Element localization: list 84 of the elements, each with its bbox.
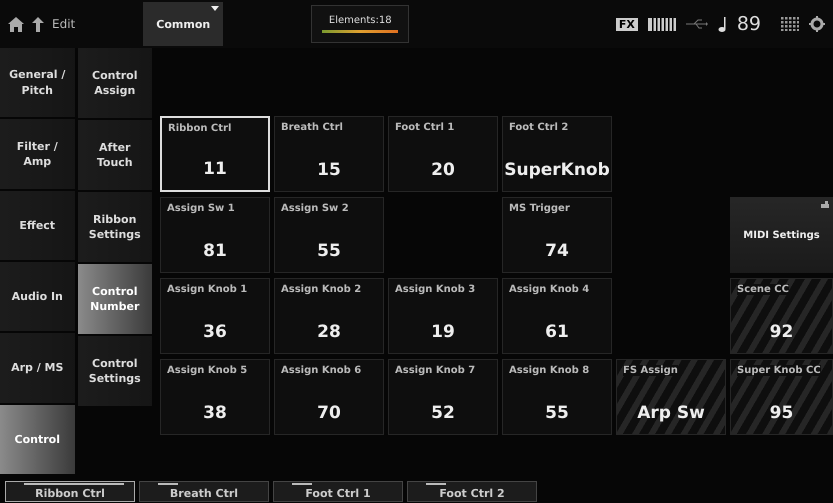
parameter-label: Breath Ctrl — [281, 122, 343, 133]
parameter-label: Assign Knob 5 — [167, 365, 248, 376]
category-tab[interactable]: Effect — [0, 190, 74, 260]
parameter-label: Foot Ctrl 2 — [509, 122, 568, 133]
parameter-label: Assign Knob 8 — [509, 365, 590, 376]
caret-icon — [211, 6, 220, 11]
parameter-cell[interactable]: Assign Sw 1 81 — [160, 197, 270, 273]
parameter-cell[interactable]: Ribbon Ctrl 11 — [160, 116, 270, 192]
parameter-cell[interactable]: Assign Knob 1 36 — [160, 278, 270, 354]
parameter-cell[interactable]: Breath Ctrl 15 — [274, 116, 384, 192]
parameter-label: Scene CC — [737, 284, 789, 295]
parameter-label: Assign Knob 6 — [281, 365, 362, 376]
parameter-label: Assign Knob 2 — [281, 284, 362, 295]
controller-tab[interactable]: Breath Ctrl — [139, 481, 269, 502]
link-icon — [821, 201, 829, 208]
parameter-cell[interactable]: Assign Knob 7 52 — [388, 359, 498, 435]
category-tab[interactable]: General / Pitch — [0, 48, 74, 118]
parameter-value: 70 — [317, 403, 341, 423]
note-icon — [718, 16, 727, 32]
settings-icon[interactable] — [809, 16, 825, 32]
subcategory-tab[interactable]: Control Number — [78, 264, 152, 334]
subcategory-tab[interactable]: Control Settings — [78, 336, 152, 406]
part-dropdown[interactable]: Common — [143, 2, 224, 46]
parameter-label: Assign Knob 4 — [509, 284, 590, 295]
parameter-label: Foot Ctrl 1 — [395, 122, 454, 133]
parameter-label: Assign Knob 7 — [395, 365, 476, 376]
subcategory-tab[interactable]: After Touch — [78, 120, 152, 190]
parameter-value: 36 — [203, 322, 227, 342]
subcategory-tab[interactable]: Control Assign — [78, 48, 152, 118]
fx-badge: FX — [616, 18, 638, 30]
parameter-label: Super Knob CC — [737, 365, 821, 376]
parameter-value: 11 — [203, 159, 227, 179]
home-icon[interactable] — [8, 16, 24, 32]
parameter-cell[interactable]: Scene CC 92 — [730, 278, 833, 354]
parameter-value: 95 — [770, 403, 794, 423]
parameter-label: Assign Knob 3 — [395, 284, 476, 295]
parameter-cell[interactable]: Foot Ctrl 2 SuperKnob — [502, 116, 612, 192]
up-arrow-icon[interactable] — [32, 16, 44, 32]
parameter-value: 28 — [317, 322, 341, 342]
parameter-cell[interactable]: Assign Knob 5 38 — [160, 359, 270, 435]
category-tab[interactable]: Arp / MS — [0, 333, 74, 403]
parameter-value: 20 — [431, 160, 455, 180]
parameter-cell[interactable]: Assign Knob 8 55 — [502, 359, 612, 435]
grid-icon[interactable] — [781, 17, 799, 31]
keyboard-icon — [648, 18, 676, 30]
parameter-label: Assign Knob 1 — [167, 284, 248, 295]
parameter-label: MS Trigger — [509, 203, 570, 214]
parameter-cell[interactable]: Foot Ctrl 1 20 — [388, 116, 498, 192]
tempo-value: 89 — [736, 13, 761, 35]
parameter-cell[interactable]: Assign Knob 4 61 — [502, 278, 612, 354]
parameter-cell[interactable]: Assign Knob 3 19 — [388, 278, 498, 354]
parameter-cell[interactable]: Assign Knob 2 28 — [274, 278, 384, 354]
parameter-label: FS Assign — [623, 365, 678, 376]
screen-title: Edit — [52, 17, 76, 31]
parameter-value: 92 — [770, 322, 794, 342]
parameter-cell[interactable]: MS Trigger 74 — [502, 197, 612, 273]
elements-label: Elements:18 — [328, 15, 392, 26]
category-tab[interactable]: Filter / Amp — [0, 119, 74, 189]
parameter-value: 55 — [317, 241, 341, 261]
parameter-value: 38 — [203, 403, 227, 423]
controller-tab[interactable]: Foot Ctrl 1 — [273, 481, 403, 502]
subcategory-tab[interactable]: Ribbon Settings — [78, 192, 152, 262]
parameter-value: 74 — [545, 241, 569, 261]
category-tab[interactable]: Audio In — [0, 262, 74, 332]
controller-tab[interactable]: Ribbon Ctrl — [5, 481, 135, 502]
parameter-label: Assign Sw 1 — [167, 203, 235, 214]
parameter-cell[interactable]: Assign Sw 2 55 — [274, 197, 384, 273]
parameter-label: Assign Sw 2 — [281, 203, 349, 214]
parameter-value: Arp Sw — [637, 403, 705, 423]
parameter-cell[interactable]: Super Knob CC 95 — [730, 359, 833, 435]
parameter-value: 15 — [317, 160, 341, 180]
parameter-label: Ribbon Ctrl — [168, 123, 232, 134]
parameter-cell[interactable]: FS Assign Arp Sw — [616, 359, 726, 435]
category-tab[interactable]: Control — [0, 404, 74, 474]
parameter-value: 19 — [431, 322, 455, 342]
usb-icon — [686, 19, 708, 29]
parameter-value: 61 — [545, 322, 569, 342]
parameter-value: SuperKnob — [504, 160, 610, 180]
parameter-value: 81 — [203, 241, 227, 261]
parameter-value: 52 — [431, 403, 455, 423]
parameter-value: 55 — [545, 403, 569, 423]
controller-tab[interactable]: Foot Ctrl 2 — [407, 481, 537, 502]
parameter-cell[interactable]: Assign Knob 6 70 — [274, 359, 384, 435]
midi-settings-button[interactable]: MIDI Settings — [730, 197, 833, 273]
